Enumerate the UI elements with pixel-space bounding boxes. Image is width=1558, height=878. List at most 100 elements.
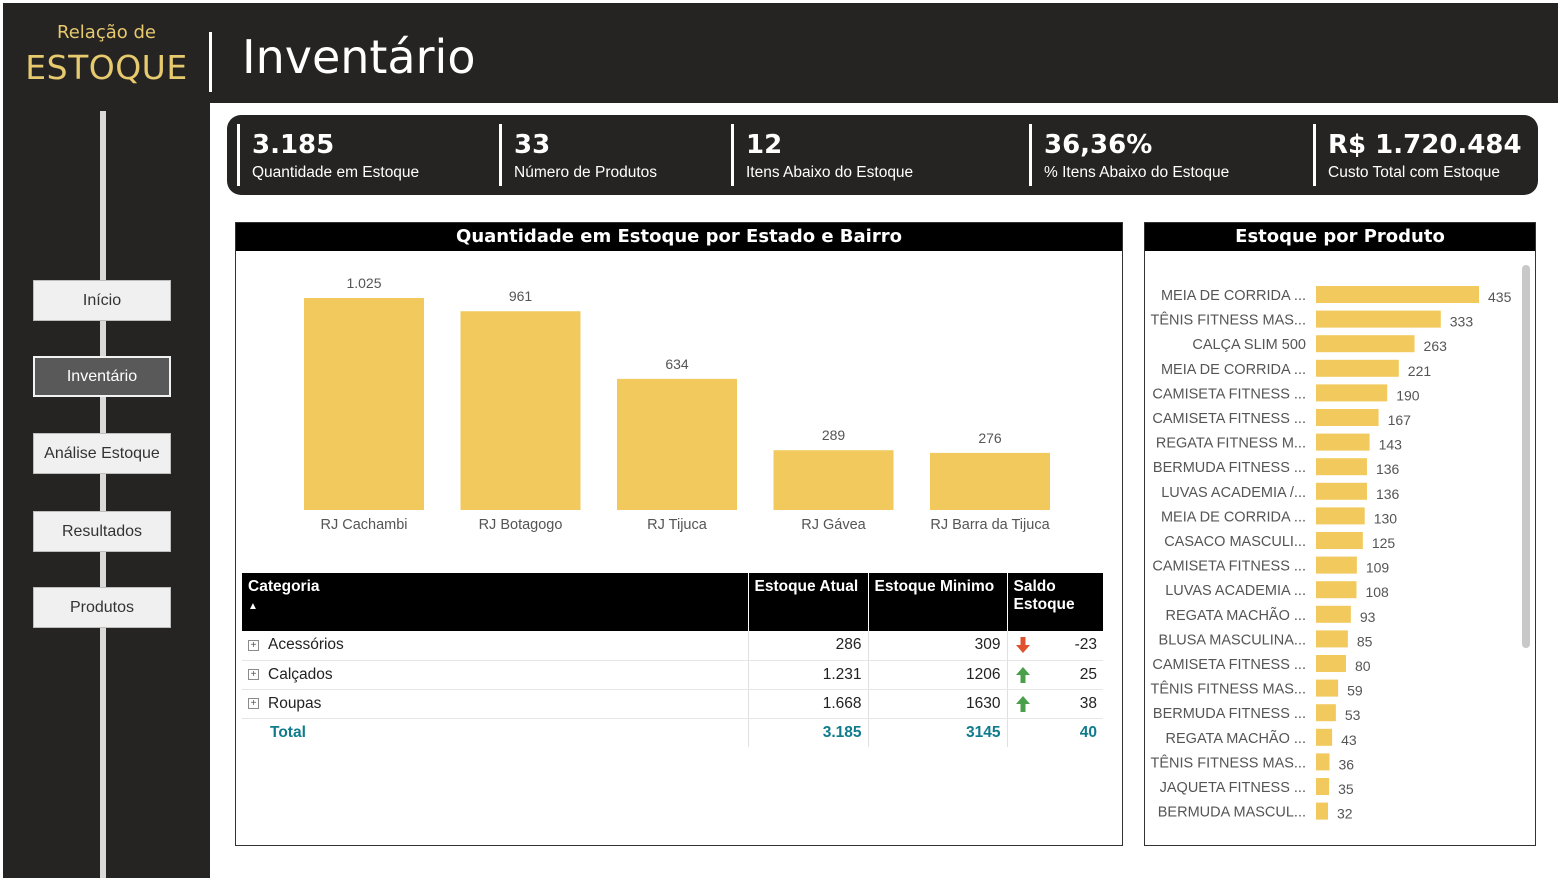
header-categoria[interactable]: Categoria ▲	[242, 573, 749, 631]
estoque-atual-cell: 1.231	[748, 660, 869, 690]
expand-icon[interactable]: +	[248, 668, 259, 680]
kpi-label: Quantidade em Estoque	[252, 164, 420, 181]
header-estoque-minimo[interactable]: Estoque Minimo	[868, 573, 1008, 631]
product-label: LUVAS ACADEMIA /...	[1161, 485, 1306, 501]
product-bar[interactable]	[1316, 384, 1388, 402]
sidebar	[3, 103, 210, 878]
product-bar[interactable]	[1316, 532, 1363, 549]
total-atual: 3.185	[748, 718, 869, 747]
product-bar[interactable]	[1316, 778, 1330, 795]
column-bar[interactable]	[617, 378, 737, 510]
product-bar[interactable]	[1316, 802, 1328, 820]
arrow-up-icon	[1015, 666, 1030, 683]
horizontal-bar-chart: MEIA DE CORRIDA ... 435 TÊNIS FITNESS MAS.…	[1151, 286, 1512, 822]
product-value-label: 136	[1376, 461, 1400, 477]
product-value-label: 136	[1376, 486, 1400, 502]
column-value-label: 961	[509, 288, 533, 304]
product-bar[interactable]	[1316, 753, 1330, 771]
product-bar[interactable]	[1316, 335, 1415, 353]
nav-button-analise-estoque[interactable]: Análise Estoque	[33, 433, 171, 474]
category-label: Acessórios	[268, 636, 344, 654]
nav-button-inventario[interactable]: Inventário	[33, 356, 171, 397]
column-category-label: RJ Botagogo	[479, 517, 563, 533]
product-label: REGATA FITNESS M...	[1156, 436, 1306, 452]
category-cell: + Acessórios	[242, 631, 749, 661]
product-bar[interactable]	[1316, 507, 1365, 525]
product-bar[interactable]	[1316, 433, 1370, 451]
column-bar[interactable]	[304, 298, 424, 510]
product-value-label: 93	[1360, 609, 1376, 625]
product-label: CAMISETA FITNESS ...	[1152, 411, 1306, 427]
nav-button-resultados[interactable]: Resultados	[33, 511, 171, 552]
product-label: CAMISETA FITNESS ...	[1152, 386, 1306, 402]
saldo-cell: -23	[1007, 631, 1103, 661]
product-label: MEIA DE CORRIDA ...	[1161, 362, 1306, 378]
kpi-card-itens-abaixo: 12 Itens Abaixo do Estoque	[731, 124, 913, 186]
product-bar[interactable]	[1316, 679, 1339, 697]
header-estoque-atual[interactable]: Estoque Atual	[748, 573, 869, 631]
product-bar[interactable]	[1316, 286, 1479, 303]
product-value-label: 80	[1355, 658, 1371, 674]
header-categoria-label: Categoria	[248, 578, 320, 595]
product-bar[interactable]	[1316, 482, 1367, 500]
total-saldo: 40	[1079, 723, 1097, 741]
product-label: CAMISETA FITNESS ...	[1152, 657, 1306, 673]
estoque-minimo-cell: 1206	[868, 660, 1008, 690]
estoque-atual-cell: 1.668	[748, 689, 869, 719]
kpi-value: 33	[514, 130, 551, 160]
column-bar[interactable]	[773, 450, 894, 510]
nav-button-inicio[interactable]: Início	[33, 280, 171, 321]
column-category-label: RJ Gávea	[801, 517, 866, 533]
category-cell: + Roupas	[242, 689, 749, 719]
header-saldo-estoque[interactable]: Saldo Estoque	[1007, 573, 1103, 631]
kpi-card-percentual-abaixo: 36,36% % Itens Abaixo do Estoque	[1029, 124, 1229, 186]
product-bar[interactable]	[1316, 605, 1351, 623]
page-title: Inventário	[242, 30, 476, 84]
kpi-value: 36,36%	[1044, 130, 1153, 160]
product-label: REGATA MACHÃO ...	[1166, 730, 1306, 747]
column-value-label: 634	[665, 356, 689, 372]
product-value-label: 108	[1365, 584, 1389, 600]
table-header-row: Categoria ▲ Estoque Atual Estoque Minimo …	[242, 573, 1103, 631]
dashboard-root: Relação de ESTOQUE Inventário Início Inv…	[0, 0, 1558, 878]
product-label: CASACO MASCULI...	[1164, 534, 1306, 550]
product-bar[interactable]	[1316, 310, 1441, 328]
product-label: BLUSA MASCULINA...	[1159, 632, 1306, 648]
product-value-label: 333	[1450, 314, 1474, 330]
product-bar[interactable]	[1316, 556, 1357, 574]
header-bar	[3, 3, 1558, 103]
column-bar[interactable]	[930, 452, 1050, 510]
product-label: TÊNIS FITNESS MAS...	[1151, 681, 1307, 698]
saldo-cell: 38	[1007, 689, 1103, 719]
total-label: Total	[242, 718, 749, 747]
logo-line1: Relação de	[57, 22, 156, 43]
column-category-label: RJ Tijuca	[647, 517, 708, 533]
product-bar[interactable]	[1316, 655, 1346, 672]
product-label: JAQUETA FITNESS ...	[1160, 780, 1306, 796]
product-bar[interactable]	[1316, 581, 1357, 599]
product-bar[interactable]	[1316, 458, 1367, 476]
product-value-label: 190	[1396, 387, 1420, 403]
product-label: REGATA MACHÃO ...	[1166, 607, 1306, 624]
product-bar[interactable]	[1316, 359, 1399, 377]
expand-icon[interactable]: +	[248, 697, 259, 709]
nav-button-produtos[interactable]: Produtos	[33, 587, 171, 628]
product-bar[interactable]	[1316, 704, 1336, 722]
saldo-value: 38	[1079, 694, 1097, 712]
column-bar[interactable]	[460, 311, 581, 510]
expand-icon[interactable]: +	[248, 639, 259, 651]
column-category-label: RJ Cachambi	[320, 517, 407, 533]
product-label: CALÇA SLIM 500	[1192, 337, 1306, 353]
product-value-label: 36	[1338, 756, 1354, 772]
kpi-label: % Itens Abaixo do Estoque	[1044, 164, 1230, 181]
product-bar[interactable]	[1316, 630, 1348, 648]
product-label: MEIA DE CORRIDA ...	[1161, 509, 1306, 525]
product-label: BERMUDA MASCUL...	[1158, 805, 1306, 821]
estoque-atual-cell: 286	[748, 631, 869, 661]
table-total-row: Total 3.185 3145 40	[242, 718, 1103, 747]
chart-scrollbar[interactable]	[1522, 265, 1530, 648]
table-row: + Calçados 1.231 1206 25	[242, 660, 1103, 690]
product-bar[interactable]	[1316, 728, 1333, 746]
saldo-value: -23	[1074, 636, 1097, 654]
product-bar[interactable]	[1316, 409, 1379, 426]
